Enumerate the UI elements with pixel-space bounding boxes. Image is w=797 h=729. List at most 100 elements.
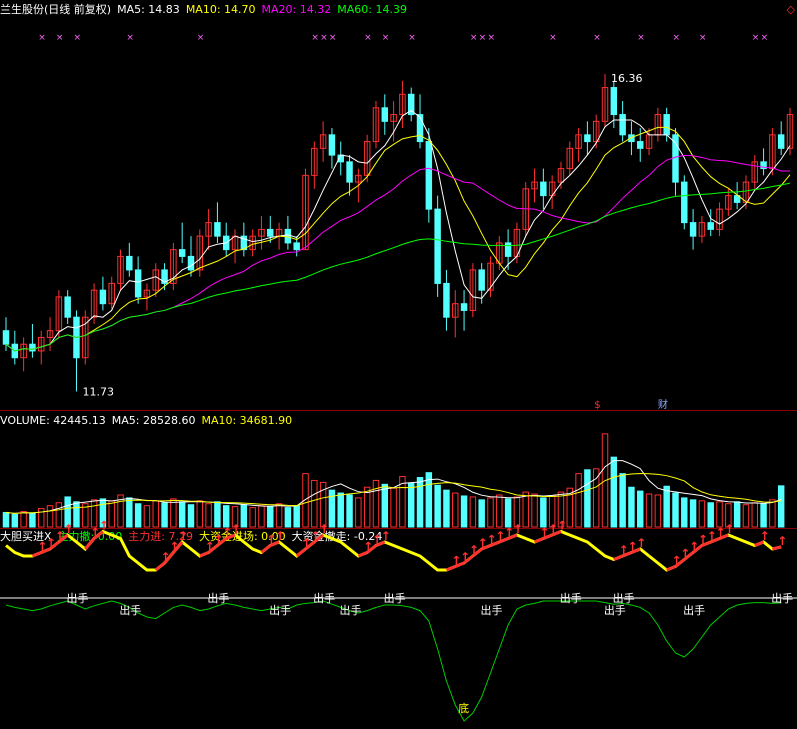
signal-marker: × (672, 33, 680, 43)
signal-label: 出手 (604, 603, 626, 617)
volume-bar (337, 492, 344, 528)
volume-bar (143, 505, 151, 528)
signal-marker: × (320, 33, 328, 43)
candle-body (134, 269, 142, 298)
volume-bar (275, 503, 283, 528)
volume-bar (416, 477, 424, 528)
volume-bar (293, 505, 300, 528)
volume-bar (178, 501, 186, 528)
volume-bar (187, 504, 195, 528)
candle-body (214, 222, 221, 237)
buy-arrow-icon: ↑ (319, 522, 329, 536)
candle-body (99, 289, 107, 305)
volume-bar (777, 485, 785, 528)
volume-bar (478, 499, 485, 528)
main-in-line (5, 529, 782, 572)
candle-body (584, 134, 591, 143)
buy-arrow-icon: ↑ (178, 529, 188, 543)
volume-bar (55, 502, 63, 528)
volume-bar (90, 499, 98, 528)
volume-bar (698, 500, 706, 528)
volume-bar (311, 479, 318, 528)
volume-bar (619, 473, 626, 528)
volume-bar (663, 485, 670, 528)
volume-bar (504, 498, 512, 528)
signal-marker: × (126, 33, 134, 43)
candle-body (478, 269, 485, 291)
main-in-rise-segment (260, 544, 272, 554)
volume-bar (126, 497, 133, 528)
signal-label: 出手 (771, 591, 793, 605)
signal-marker: × (56, 33, 64, 43)
candle-body (178, 249, 186, 257)
volume-bar (733, 501, 741, 528)
volume-bar (355, 497, 362, 528)
signal-marker: × (699, 33, 707, 43)
candle-body (672, 134, 679, 183)
volume-bar (152, 500, 159, 528)
signal-marker: × (329, 33, 337, 43)
buy-arrow-icon: ↑ (760, 529, 770, 543)
volume-bar (170, 498, 177, 528)
candle-body (425, 141, 433, 210)
volume-bar (249, 507, 256, 528)
signal-label: 出手 (560, 591, 582, 605)
volume-bar (487, 497, 494, 528)
chart-plot-area[interactable]: 16.3611.73××××××××××××××××××××××$财↑↑↑↑↑↑… (0, 0, 797, 729)
volume-bar (29, 512, 36, 528)
volume-bar (267, 506, 274, 528)
volume-bar (760, 503, 767, 528)
volume-bar (592, 468, 600, 528)
buy-arrow-icon: ↑ (557, 519, 567, 533)
buy-arrow-icon: ↑ (275, 529, 285, 543)
signal-marker: × (382, 33, 390, 43)
volume-bar (707, 502, 714, 528)
signal-marker: × (479, 33, 487, 43)
volume-bar (610, 456, 618, 528)
volume-bar (196, 500, 204, 528)
buy-arrow-icon: ↑ (64, 522, 74, 536)
signal-label: 出手 (683, 603, 705, 617)
volume-bar (540, 497, 547, 528)
volume-bar (681, 497, 688, 528)
candle-body (663, 114, 670, 136)
signal-label: 出手 (340, 603, 362, 617)
volume-bar (11, 513, 19, 528)
volume-bar (751, 502, 758, 528)
main-in-rise-segment (84, 537, 96, 550)
buy-arrow-icon: ↑ (724, 522, 734, 536)
signal-marker: × (752, 33, 760, 43)
candle-body (29, 343, 36, 352)
volume-bar (645, 493, 653, 528)
signal-marker: × (38, 33, 46, 43)
volume-bar (628, 486, 635, 528)
volume-bar (46, 505, 54, 528)
volume-bar (460, 495, 468, 528)
candle-body (681, 181, 688, 224)
candle-body (381, 107, 389, 122)
main-in-rise-segment (295, 547, 307, 558)
candle-body (707, 222, 714, 230)
volume-bar (134, 503, 142, 528)
volume-bar (531, 493, 538, 528)
volume-bar (161, 502, 168, 528)
candle-body (346, 161, 353, 183)
signal-marker: × (364, 33, 372, 43)
candle-body (540, 181, 547, 197)
candle-body (619, 114, 626, 136)
volume-bar (716, 501, 723, 528)
candle-body (504, 242, 512, 257)
volume-bar (205, 503, 212, 528)
candle-body (293, 242, 300, 251)
signal-marker: × (311, 33, 319, 43)
volume-bar (769, 499, 776, 528)
signal-marker: × (761, 33, 769, 43)
signal-label: 出手 (313, 591, 335, 605)
signal-marker: × (637, 33, 645, 43)
volume-bar (407, 482, 415, 528)
volume-bar (20, 510, 27, 528)
signal-label: 出手 (207, 591, 229, 605)
signal-label: 出手 (269, 603, 291, 617)
buy-arrow-icon: ↑ (513, 522, 523, 536)
bottom-label: 底 (458, 701, 469, 715)
